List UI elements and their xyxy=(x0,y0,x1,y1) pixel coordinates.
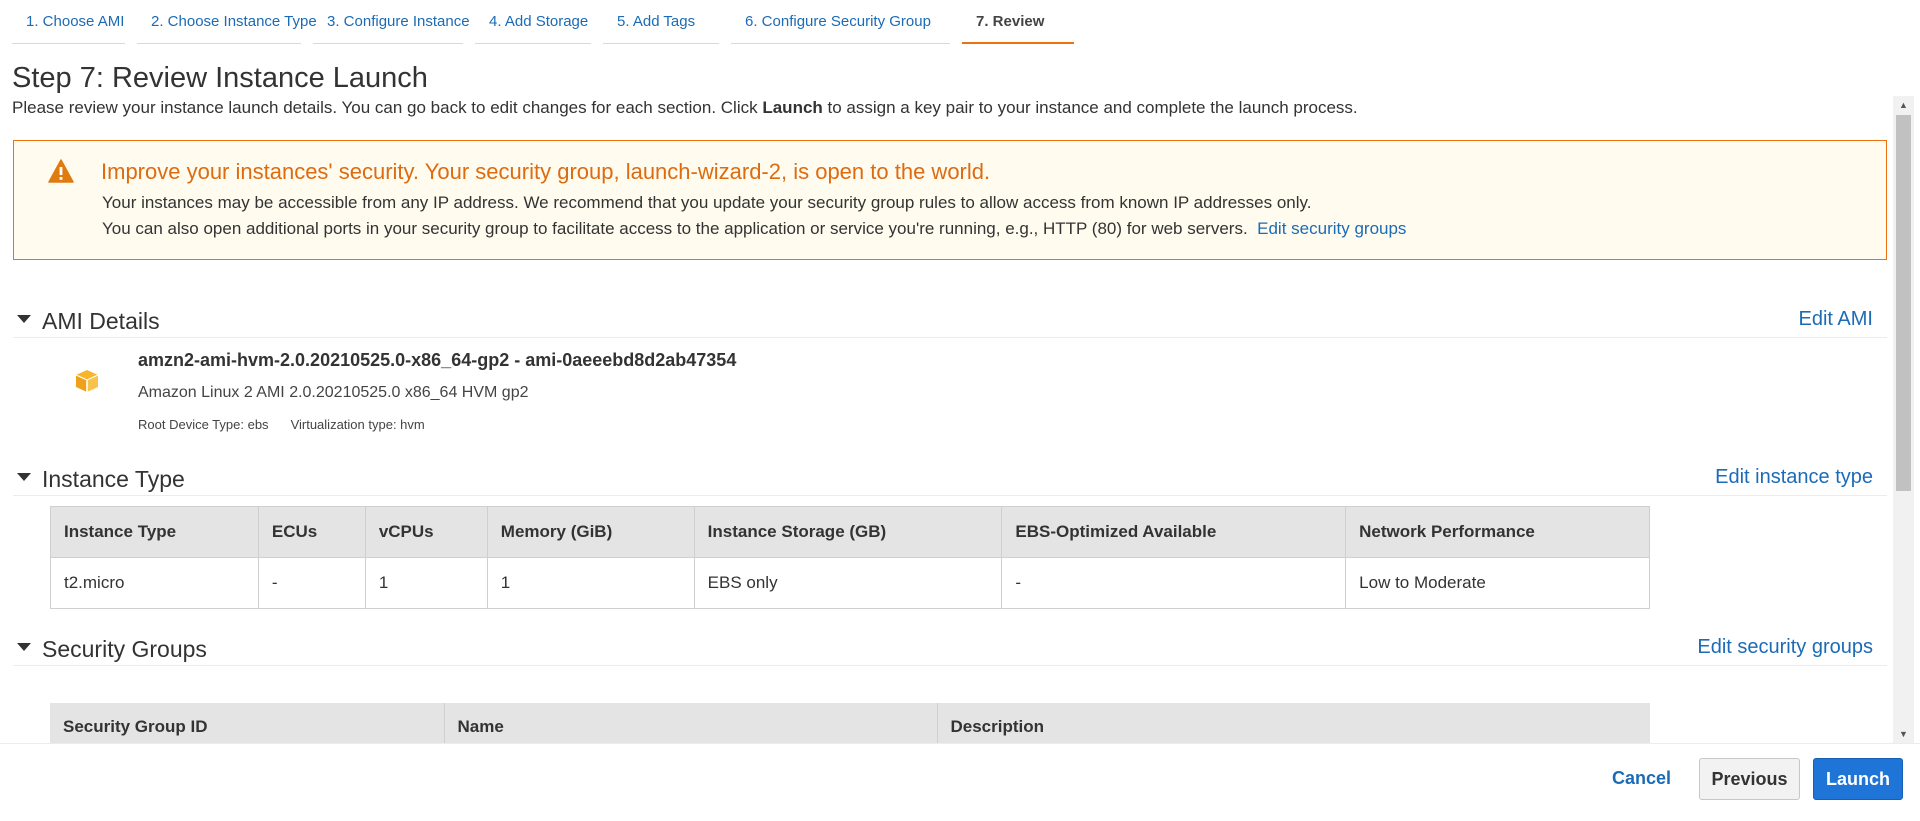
warning-edit-security-groups-link[interactable]: Edit security groups xyxy=(1257,219,1406,238)
launch-button[interactable]: Launch xyxy=(1813,758,1903,800)
table-cell: EBS only xyxy=(693,557,1003,609)
page-title: Step 7: Review Instance Launch xyxy=(12,62,428,94)
cancel-button[interactable]: Cancel xyxy=(1612,768,1671,789)
previous-button[interactable]: Previous xyxy=(1699,758,1800,800)
wizard-step-add-tags[interactable]: 5. Add Tags xyxy=(603,0,719,44)
caret-down-icon[interactable] xyxy=(17,315,31,323)
ami-details-header[interactable]: AMI Details Edit AMI xyxy=(13,304,1887,338)
table-cell: 1 xyxy=(364,557,488,609)
scroll-down-arrow-icon[interactable]: ▼ xyxy=(1893,725,1914,743)
instance-type-title: Instance Type xyxy=(42,466,185,492)
table-cell: - xyxy=(1001,557,1347,609)
ami-description: Amazon Linux 2 AMI 2.0.20210525.0 x86_64… xyxy=(138,384,529,401)
ami-meta: Root Device Type: ebs Virtualization typ… xyxy=(138,417,425,432)
security-groups-table: Security Group ID Name Description xyxy=(50,703,1650,743)
launch-review-page: 1. Choose AMI 2. Choose Instance Type 3.… xyxy=(0,0,1920,821)
table-header-row: Instance Type ECUs vCPUs Memory (GiB) In… xyxy=(50,506,1650,558)
column-header: Instance Type xyxy=(50,506,259,558)
column-header: Network Performance xyxy=(1345,506,1650,558)
table-cell: Low to Moderate xyxy=(1345,557,1650,609)
table-cell: 1 xyxy=(486,557,695,609)
scrollbar-thumb[interactable] xyxy=(1896,115,1911,491)
security-groups-header[interactable]: Security Groups Edit security groups xyxy=(13,632,1887,666)
warning-triangle-icon xyxy=(48,159,74,183)
edit-ami-link[interactable]: Edit AMI xyxy=(1799,308,1873,331)
security-groups-table-clip: Security Group ID Name Description xyxy=(0,700,1893,743)
column-header: Security Group ID xyxy=(50,703,445,743)
page-description: Please review your instance launch detai… xyxy=(12,98,1358,118)
table-row: t2.micro - 1 1 EBS only - Low to Moderat… xyxy=(50,557,1650,609)
caret-down-icon[interactable] xyxy=(17,643,31,651)
edit-security-groups-link[interactable]: Edit security groups xyxy=(1697,636,1873,659)
page-description-launch: Launch xyxy=(762,98,823,117)
instance-type-header[interactable]: Instance Type Edit instance type xyxy=(13,462,1887,496)
ami-name: amzn2-ami-hvm-2.0.20210525.0-x86_64-gp2 … xyxy=(138,350,737,370)
security-warning-box: Improve your instances' security. Your s… xyxy=(13,140,1887,260)
instance-type-table: Instance Type ECUs vCPUs Memory (GiB) In… xyxy=(50,506,1650,609)
column-header: Name xyxy=(444,703,938,743)
wizard-steps: 1. Choose AMI 2. Choose Instance Type 3.… xyxy=(0,0,1920,46)
cube-icon xyxy=(75,370,99,392)
table-cell: - xyxy=(257,557,366,609)
column-header: vCPUs xyxy=(364,506,488,558)
wizard-step-configure-instance[interactable]: 3. Configure Instance xyxy=(313,0,470,44)
edit-instance-type-link[interactable]: Edit instance type xyxy=(1715,466,1873,489)
ami-virtualization-type: Virtualization type: hvm xyxy=(290,417,425,432)
security-groups-title: Security Groups xyxy=(42,636,207,662)
wizard-step-add-storage[interactable]: 4. Add Storage xyxy=(475,0,591,44)
ami-details-title: AMI Details xyxy=(42,308,160,334)
page-description-before: Please review your instance launch detai… xyxy=(12,98,763,117)
table-cell: t2.micro xyxy=(50,557,259,609)
caret-down-icon[interactable] xyxy=(17,473,31,481)
warning-message-line-1: Your instances may be accessible from an… xyxy=(102,193,1312,212)
page-description-after: to assign a key pair to your instance an… xyxy=(822,98,1358,117)
column-header: EBS-Optimized Available xyxy=(1001,506,1347,558)
warning-message-line-2: You can also open additional ports in yo… xyxy=(102,219,1406,239)
warning-line-2-text: You can also open additional ports in yo… xyxy=(102,219,1248,238)
wizard-step-review[interactable]: 7. Review xyxy=(962,0,1074,44)
table-header-row: Security Group ID Name Description xyxy=(50,703,1650,743)
wizard-step-choose-ami[interactable]: 1. Choose AMI xyxy=(12,0,125,44)
footer-actions: Cancel Previous Launch xyxy=(0,743,1920,821)
column-header: ECUs xyxy=(257,506,366,558)
vertical-scrollbar[interactable]: ▲ ▼ xyxy=(1893,96,1914,743)
ami-root-device-type: Root Device Type: ebs xyxy=(138,417,269,432)
scroll-up-arrow-icon[interactable]: ▲ xyxy=(1893,96,1914,114)
wizard-step-choose-instance-type[interactable]: 2. Choose Instance Type xyxy=(137,0,317,44)
wizard-step-configure-security-group[interactable]: 6. Configure Security Group xyxy=(731,0,950,44)
column-header: Memory (GiB) xyxy=(486,506,695,558)
column-header: Description xyxy=(937,703,1650,743)
warning-title: Improve your instances' security. Your s… xyxy=(101,159,991,184)
column-header: Instance Storage (GB) xyxy=(693,506,1003,558)
